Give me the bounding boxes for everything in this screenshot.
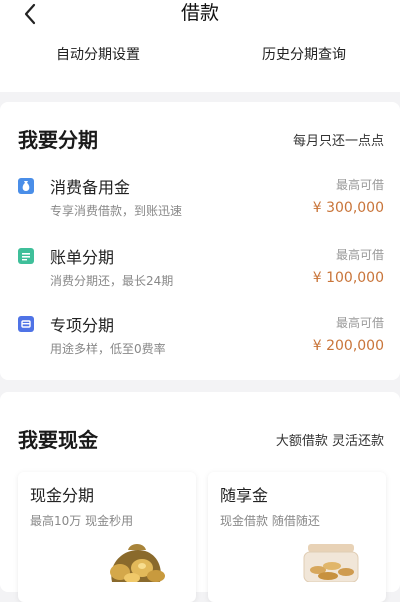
item-desc: 用途多样，低至0费率 bbox=[50, 342, 166, 356]
cash-section-subtitle: 大额借款 灵活还款 bbox=[275, 434, 384, 449]
cash-card-easy-loan[interactable]: 随享金 现金借款 随借随还 bbox=[208, 472, 386, 602]
page-title: 借款 bbox=[180, 2, 219, 24]
installment-section-title: 我要分期 bbox=[18, 128, 98, 152]
coin-jar-image bbox=[303, 544, 359, 582]
item-name: 消费备用金 bbox=[50, 178, 131, 197]
list-item-bill-installment[interactable]: 账单分期 消费分期还，最长24期 最高可借 ¥ 100,000 bbox=[0, 244, 400, 304]
gold-coins-image bbox=[110, 544, 165, 582]
wallet-icon bbox=[18, 316, 34, 332]
installment-section: 我要分期 每月只还一点点 消费备用金 专享消费借款，到账迅速 最高可借 ¥ 30… bbox=[0, 102, 400, 380]
card-desc: 最高10万 现金秒用 bbox=[30, 514, 134, 528]
installment-section-subtitle: 每月只还一点点 bbox=[292, 134, 384, 149]
card-name: 随享金 bbox=[220, 486, 269, 505]
list-item-special-installment[interactable]: 专项分期 用途多样，低至0费率 最高可借 ¥ 200,000 bbox=[0, 312, 400, 372]
limit-label: 最高可借 bbox=[335, 248, 384, 262]
money-bag-icon bbox=[18, 178, 34, 194]
limit-amount: ¥ 100,000 bbox=[312, 270, 384, 286]
limit-label: 最高可借 bbox=[335, 178, 384, 192]
item-desc: 消费分期还，最长24期 bbox=[50, 274, 174, 288]
auto-installment-settings-link[interactable]: 自动分期设置 bbox=[56, 44, 140, 64]
installment-history-link[interactable]: 历史分期查询 bbox=[262, 44, 346, 64]
item-name: 账单分期 bbox=[50, 248, 115, 267]
list-item-consumer-fund[interactable]: 消费备用金 专享消费借款，到账迅速 最高可借 ¥ 300,000 bbox=[0, 174, 400, 234]
top-bar: 借款 bbox=[0, 0, 400, 32]
item-name: 专项分期 bbox=[50, 316, 115, 335]
limit-amount: ¥ 300,000 bbox=[312, 200, 384, 216]
item-desc: 专享消费借款，到账迅速 bbox=[50, 204, 183, 218]
cash-card-installment[interactable]: 现金分期 最高10万 现金秒用 bbox=[18, 472, 196, 602]
card-desc: 现金借款 随借随还 bbox=[220, 514, 320, 528]
cash-section-title: 我要现金 bbox=[18, 428, 98, 452]
limit-label: 最高可借 bbox=[335, 316, 384, 330]
sub-navigation: 自动分期设置 历史分期查询 bbox=[0, 32, 400, 92]
limit-amount: ¥ 200,000 bbox=[312, 338, 384, 354]
card-name: 现金分期 bbox=[30, 486, 95, 505]
bill-icon bbox=[18, 248, 34, 264]
